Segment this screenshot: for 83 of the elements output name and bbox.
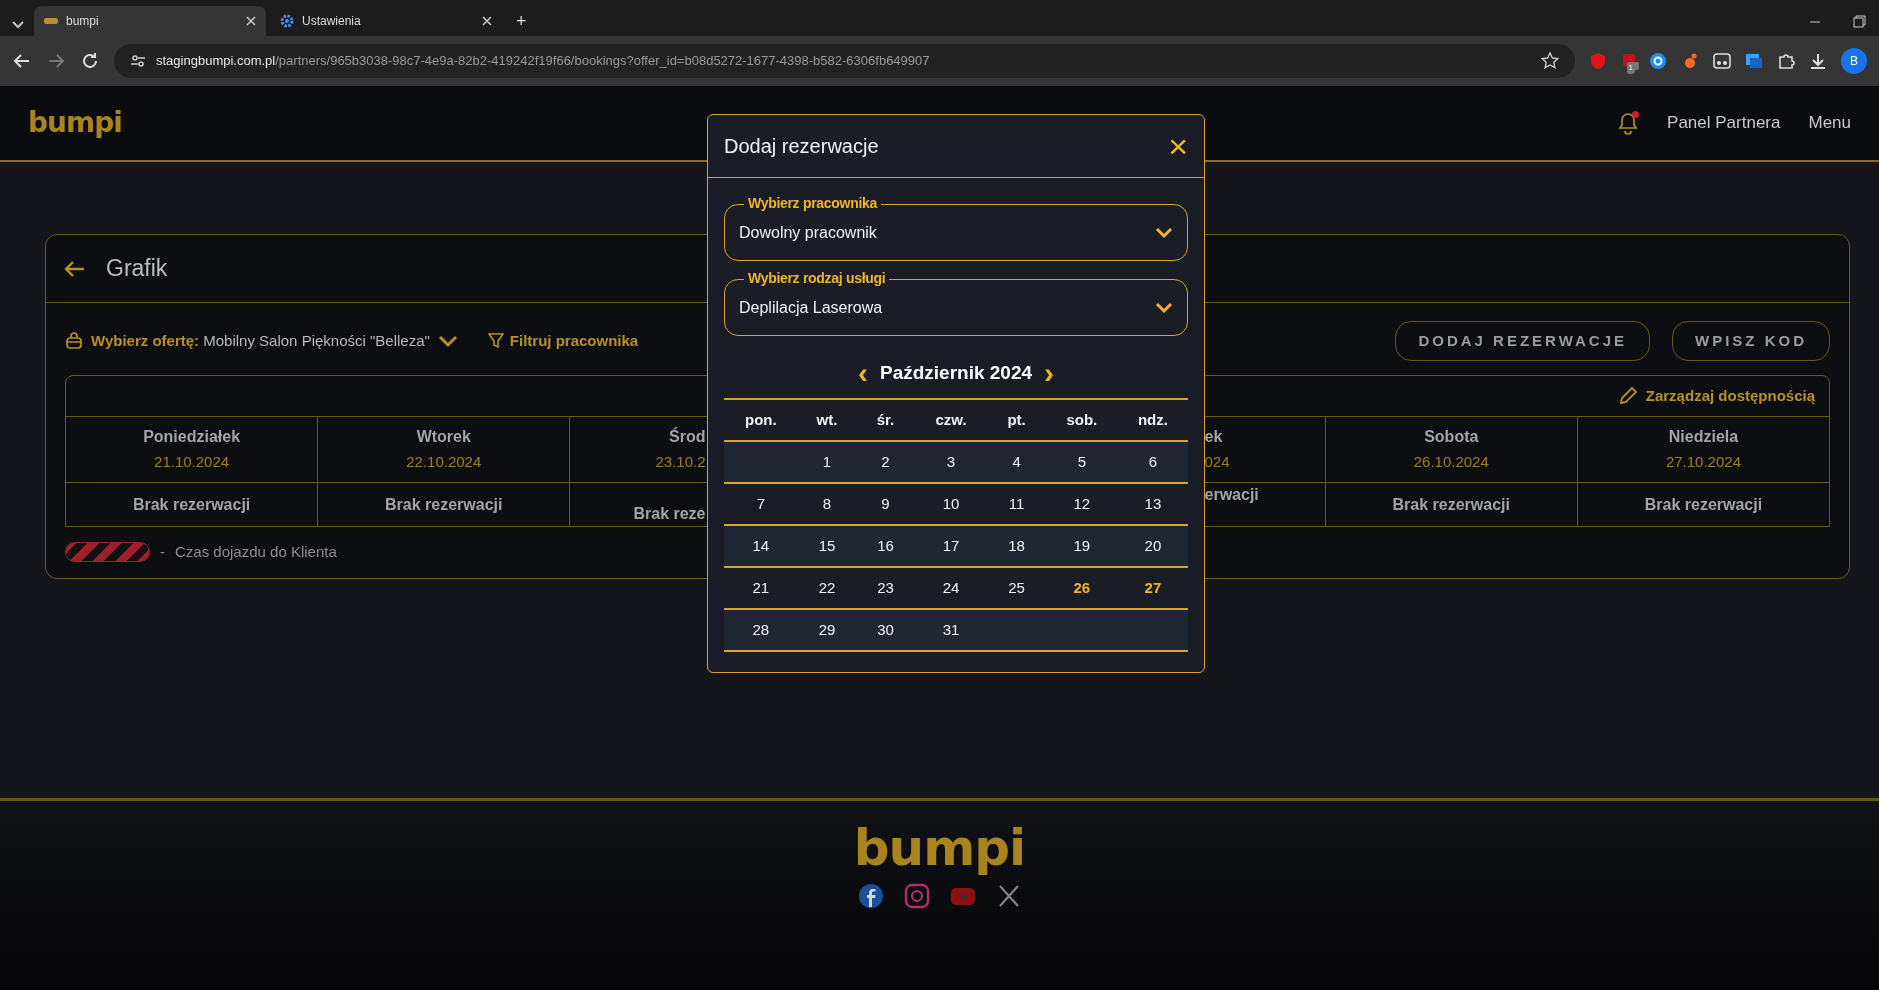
calendar-day[interactable]: 26 [1069,576,1095,600]
calendar-day[interactable]: 25 [1004,576,1029,600]
filter-link[interactable]: Filtruj pracownika [509,329,639,353]
calendar-day[interactable]: 6 [1144,450,1162,474]
chevron-down-icon [1155,301,1173,314]
day-date: 26.10.2024 [1413,452,1489,473]
close-icon[interactable] [246,16,256,26]
calendar-day[interactable]: 23 [873,576,898,600]
star-icon[interactable] [1540,52,1559,70]
card-title: Grafik [106,254,168,284]
browser-tab[interactable]: Ustawienia [270,6,502,36]
day-name: Środ [669,426,706,448]
calendar-day[interactable]: 12 [1069,492,1095,516]
day-name: Wtorek [416,427,471,448]
shield-icon[interactable] [1588,52,1607,70]
status-text: Brak rezerwacji [132,494,251,515]
day-name: Sobota [1424,427,1479,448]
url-text: stagingbumpi.com.pl/partners/965b3038-98c7-4e9a-82b2-419242f19f66/bookings?offer_id=b08d5272-1677-4398-b582-6306fb649907 [156,52,930,71]
calendar-day[interactable]: 9 [877,492,894,516]
nav-link[interactable]: Panel Partnera [1667,110,1781,136]
day-date: 024 [1204,452,1230,473]
calendar-day[interactable]: 13 [1140,492,1166,516]
calendar-day[interactable]: 27 [1140,576,1166,600]
day-name: Niedziela [1668,427,1739,448]
calendar-day[interactable]: 24 [938,576,964,600]
calendar-day[interactable]: 21 [748,576,774,600]
calendar-day[interactable]: 5 [1073,450,1090,474]
calendar-day[interactable]: 10 [938,492,964,516]
status-text: Brak rezerwacji [1392,494,1510,515]
calendar-day[interactable]: 4 [1008,450,1025,474]
status-text: Brak reze [633,504,706,524]
window-icon[interactable] [1745,52,1763,70]
status-text: erwacji [1204,485,1259,505]
facebook-icon[interactable] [857,883,884,909]
close-icon[interactable] [482,16,492,26]
day-name: Poniedziałek [143,427,241,448]
calendar-day[interactable]: 7 [752,492,770,516]
favicon-icon [44,17,58,25]
glasses-icon[interactable] [1713,52,1731,70]
nav-link[interactable]: Menu [1808,110,1851,136]
browser-tab[interactable]: bumpi [34,6,266,36]
reload-icon[interactable] [80,51,100,71]
calendar-day[interactable]: 2 [877,450,894,474]
chevron-down-icon [1155,226,1173,239]
new-tab-button[interactable]: + [506,6,536,36]
instagram-icon[interactable] [903,883,930,909]
enter-code-button[interactable]: WPISZ KOD [1672,321,1830,361]
status-text: Brak rezerwacji [1644,494,1763,515]
extension-badge: 1 [1626,62,1635,74]
day-date: 21.10.2024 [154,452,230,473]
modal-title: Dodaj rezerwacje [724,134,879,159]
site-info-icon [130,53,146,69]
next-month-button[interactable]: › [1042,358,1057,388]
close-button[interactable]: × [1168,129,1188,163]
add-booking-button[interactable]: DODAJ REZERWACJE [1395,321,1650,361]
month-title: Październik 2024 [879,360,1033,385]
calendar-day[interactable]: 8 [818,492,836,516]
bag-icon [65,332,83,350]
download-icon[interactable] [1809,52,1827,70]
manage-availability-link[interactable]: Zarządzaj dostępnością [1645,384,1815,408]
profile-avatar[interactable]: B [1841,48,1867,74]
day-date: 22.10.2024 [406,452,482,473]
day-date: 23.10.2 [655,452,706,473]
back-arrow-icon[interactable] [64,259,86,278]
day-name: ek [1204,427,1223,448]
gear-icon [280,14,294,28]
logo[interactable]: bumpi [28,102,122,144]
day-date: 27.10.2024 [1665,452,1741,473]
address-bar[interactable]: stagingbumpi.com.pl/partners/965b3038-98c7-4e9a-82b2-419242f19f66/bookings?offer_id=b08d5272-1677-4398-b582-6306fb649907 [114,44,1575,78]
offer-select[interactable]: Wybierz ofertę: Mobilny Salon Piękności "Belleza" [91,329,430,353]
calendar-day[interactable]: 22 [814,576,840,600]
calendar-day[interactable]: 11 [1004,492,1029,516]
status-text: Brak rezerwacji [385,494,503,515]
puzzle-icon[interactable] [1777,52,1795,70]
footer-logo: bumpi [853,823,1026,873]
legend-text: Czas dojazdu do Klienta [175,542,337,562]
previous-month-button[interactable]: ‹ [855,358,870,388]
calendar-day[interactable]: 3 [942,450,960,474]
pencil-icon [1617,386,1638,406]
filter-icon [487,333,504,349]
legend-dash: - [160,542,165,562]
calendar-day[interactable]: 1 [818,450,836,474]
chevron-down-icon[interactable] [437,334,458,348]
